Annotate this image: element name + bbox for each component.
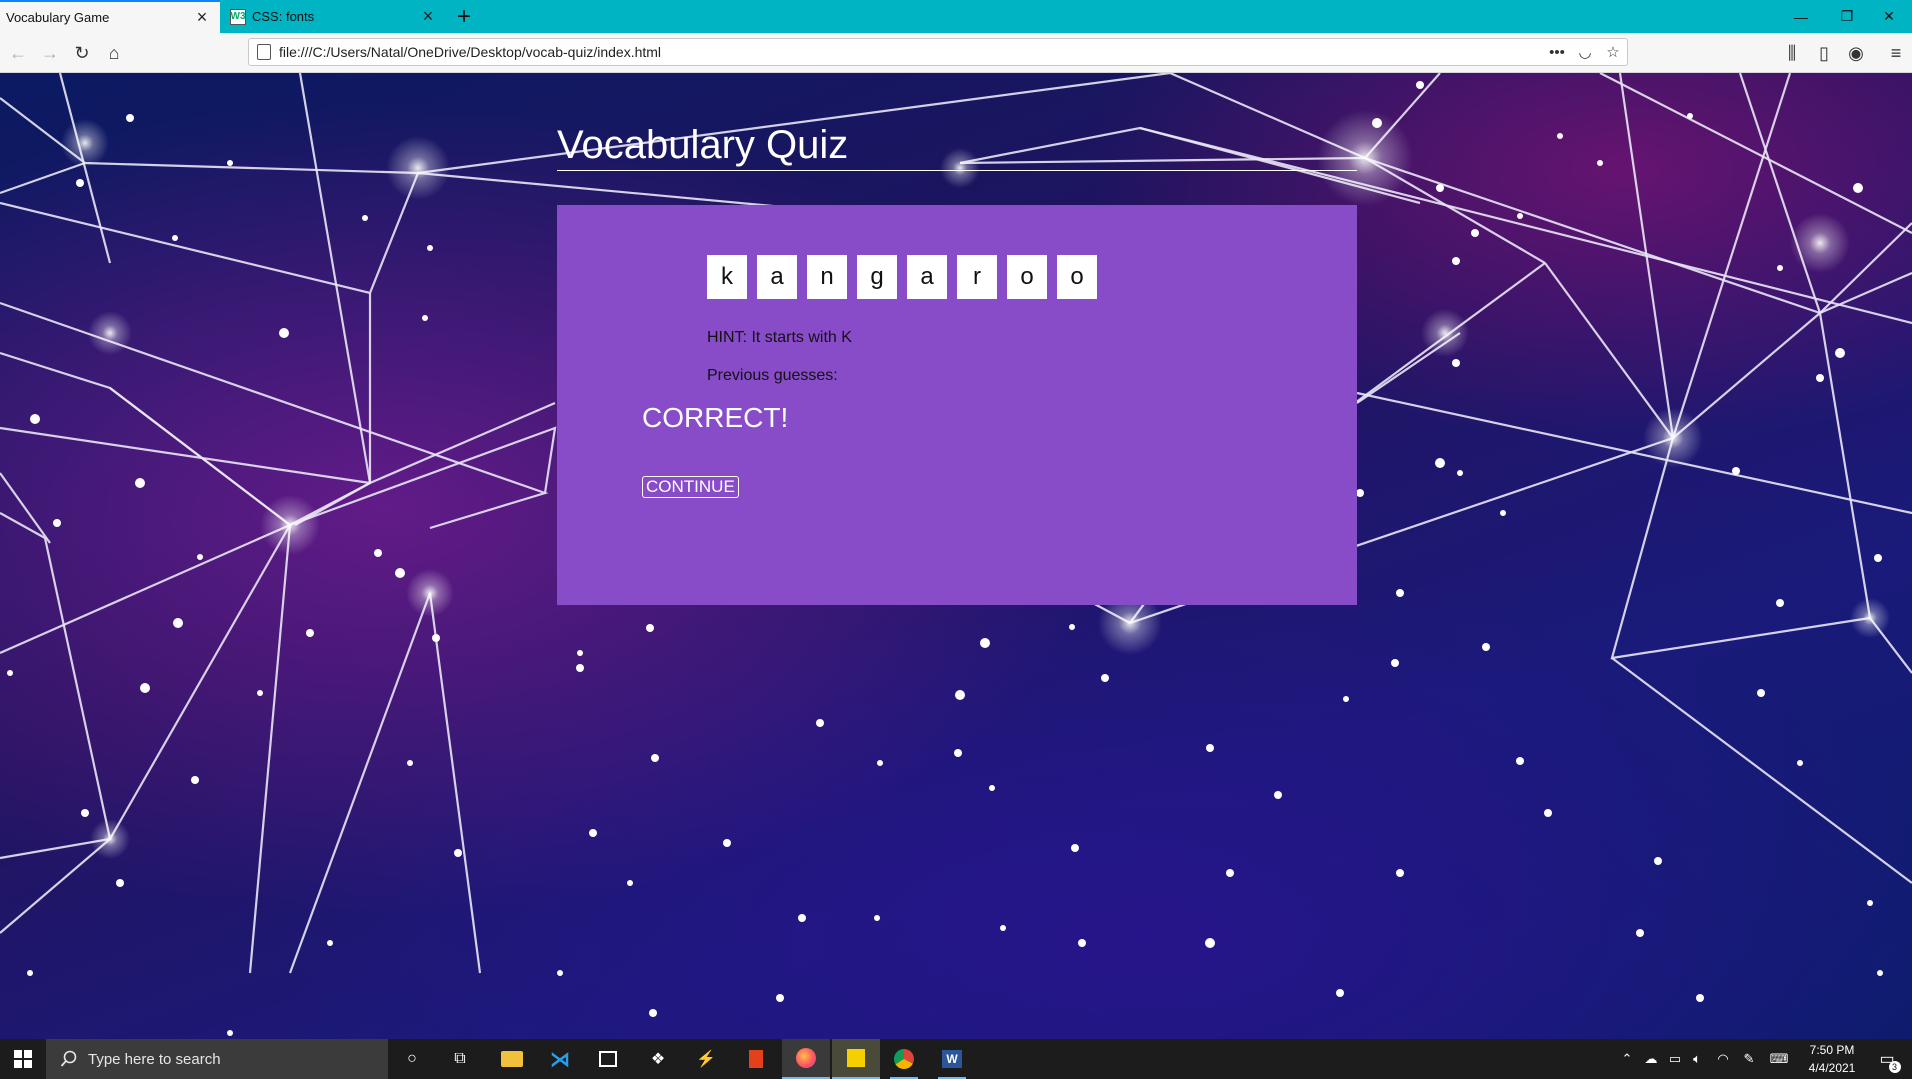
tab-vocabulary-game[interactable]: Vocabulary Game ×: [0, 0, 220, 33]
tab-css-fonts[interactable]: W3 CSS: fonts ×: [222, 0, 446, 33]
sidebar-icon[interactable]: ▯: [1810, 39, 1838, 67]
letter-tile: r: [957, 255, 997, 299]
pocket-icon[interactable]: ◡: [1571, 43, 1599, 61]
wifi-icon[interactable]: ◠: [1712, 1039, 1734, 1079]
new-tab-button[interactable]: +: [450, 0, 478, 33]
window-close-button[interactable]: ✕: [1866, 0, 1912, 33]
reload-button[interactable]: ↻: [68, 39, 96, 67]
bookmark-star-icon[interactable]: ☆: [1599, 43, 1627, 61]
page-title: Vocabulary Quiz: [557, 123, 1357, 171]
word-icon[interactable]: W: [928, 1039, 976, 1079]
pen-icon[interactable]: ✎: [1738, 1039, 1760, 1079]
app-icon[interactable]: ⚡: [682, 1039, 730, 1079]
letter-tile: a: [757, 255, 797, 299]
chrome-icon[interactable]: [880, 1039, 928, 1079]
firefox-icon[interactable]: [782, 1039, 830, 1079]
clock-date: 4/4/2021: [1808, 1061, 1856, 1075]
cortana-icon[interactable]: ○: [388, 1039, 436, 1079]
page-icon: [257, 44, 271, 60]
result-message: CORRECT!: [642, 402, 789, 433]
file-explorer-icon[interactable]: [488, 1039, 536, 1079]
letter-tile: g: [857, 255, 897, 299]
tab-label: Vocabulary Game: [6, 10, 110, 25]
sticky-notes-icon[interactable]: [832, 1039, 880, 1079]
quiz-card: k a n g a r o o HINT: It starts with K P…: [557, 205, 1357, 605]
forward-button[interactable]: →: [36, 39, 64, 67]
letter-tile: o: [1057, 255, 1097, 299]
vscode-icon[interactable]: ⋊: [536, 1039, 584, 1079]
clock[interactable]: 7:50 PM 4/4/2021: [1800, 1041, 1864, 1077]
letter-tiles: k a n g a r o o: [707, 255, 1107, 299]
search-icon: [60, 1050, 77, 1067]
dropbox-icon[interactable]: ❖: [634, 1039, 682, 1079]
taskbar-search[interactable]: Type here to search: [46, 1039, 388, 1079]
page-content: Vocabulary Quiz k a n g a r o o HINT: It…: [0, 73, 1912, 1039]
continue-button[interactable]: CONTINUE: [642, 476, 739, 498]
address-bar[interactable]: file:///C:/Users/Natal/OneDrive/Desktop/…: [248, 38, 1628, 66]
letter-tile: a: [907, 255, 947, 299]
start-button[interactable]: [0, 1039, 46, 1079]
volume-icon[interactable]: 🔈︎: [1686, 1039, 1708, 1079]
letter-tile: n: [807, 255, 847, 299]
battery-icon[interactable]: ▭: [1664, 1039, 1686, 1079]
w3schools-icon: W3: [230, 8, 246, 25]
close-icon[interactable]: ×: [420, 6, 436, 27]
url-text[interactable]: file:///C:/Users/Natal/OneDrive/Desktop/…: [279, 44, 1543, 60]
task-view-icon[interactable]: ⧉: [436, 1039, 484, 1079]
account-icon[interactable]: ◉: [1842, 39, 1870, 67]
previous-guesses-label: Previous guesses:: [707, 367, 838, 384]
windows-logo-icon: [14, 1050, 32, 1068]
close-icon[interactable]: ×: [194, 7, 210, 28]
store-icon[interactable]: [584, 1039, 632, 1079]
windows-taskbar: Type here to search ○ ⧉ ⋊ ❖ ⚡ W ⌃ ☁ ▭ 🔈︎…: [0, 1039, 1912, 1079]
onedrive-icon[interactable]: ☁: [1640, 1039, 1662, 1079]
restore-button[interactable]: ❐: [1824, 0, 1870, 33]
letter-tile: k: [707, 255, 747, 299]
letter-tile: o: [1007, 255, 1047, 299]
back-button[interactable]: ←: [4, 39, 32, 67]
notification-center-icon[interactable]: ▭ 3: [1872, 1039, 1902, 1079]
page-actions-icon[interactable]: •••: [1543, 44, 1571, 61]
notification-count: 3: [1888, 1061, 1901, 1073]
home-button[interactable]: ⌂: [100, 39, 128, 67]
library-icon[interactable]: ⫼: [1778, 39, 1806, 67]
search-placeholder: Type here to search: [88, 1050, 221, 1068]
hint-text: HINT: It starts with K: [707, 329, 852, 346]
tab-label: CSS: fonts: [252, 9, 315, 24]
keyboard-icon[interactable]: ⌨: [1764, 1039, 1794, 1079]
clock-time: 7:50 PM: [1809, 1043, 1855, 1057]
navigation-bar: ← → ↻ ⌂ file:///C:/Users/Natal/OneDrive/…: [0, 33, 1912, 73]
office-icon[interactable]: [732, 1039, 780, 1079]
minimize-button[interactable]: —: [1778, 0, 1824, 33]
menu-icon[interactable]: ≡: [1882, 39, 1910, 67]
tab-bar: Vocabulary Game × W3 CSS: fonts × + — ❐ …: [0, 0, 1912, 33]
show-hidden-icons[interactable]: ⌃: [1616, 1039, 1638, 1079]
